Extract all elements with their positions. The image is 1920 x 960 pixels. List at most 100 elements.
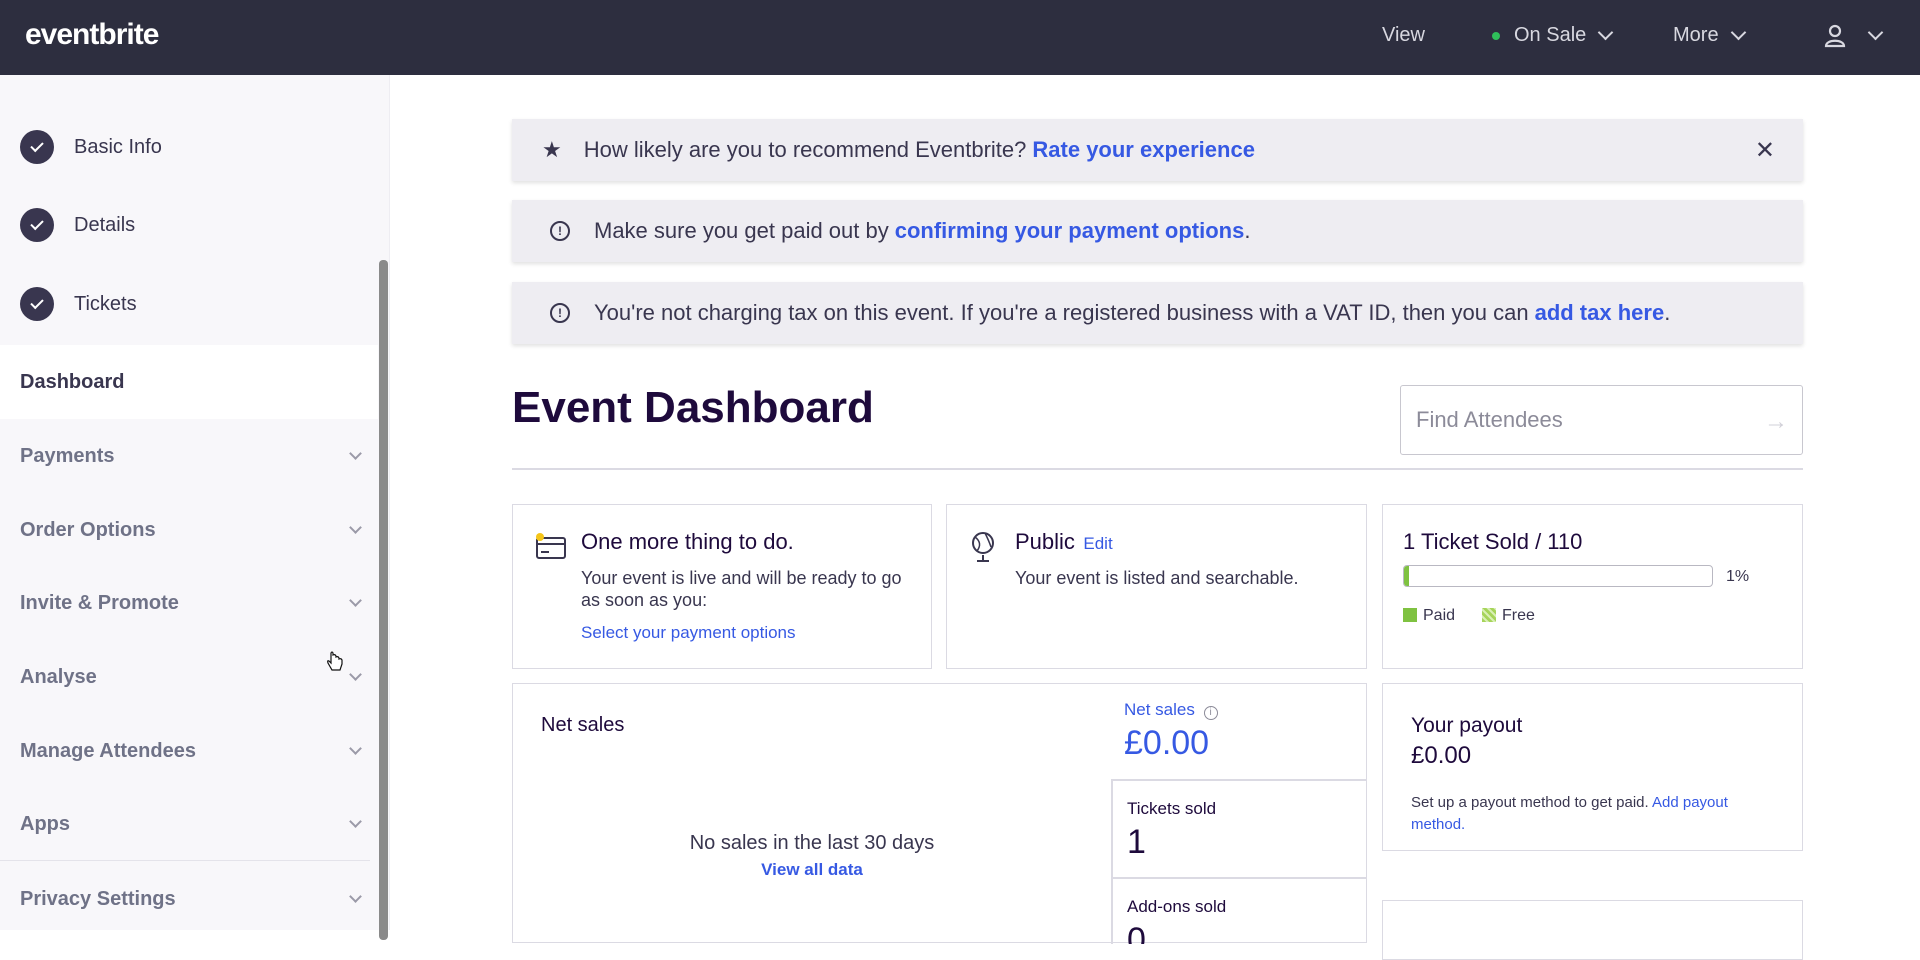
addons-sold-label: Add-ons sold: [1127, 897, 1227, 916]
payment-suffix: .: [1244, 218, 1251, 243]
no-sales-text: No sales in the last 30 days: [689, 832, 935, 854]
todo-title: One more thing to do.: [581, 529, 794, 554]
sidebar-item-analyse[interactable]: Analyse: [20, 666, 362, 689]
public-text: Your event is listed and searchable.: [1015, 568, 1299, 588]
payout-text-block: Set up a payout method to get paid. Add …: [1411, 792, 1781, 836]
step-tickets[interactable]: Tickets: [20, 287, 137, 321]
sidebar-item-invite-promote[interactable]: Invite & Promote: [20, 592, 362, 615]
tax-suffix: .: [1664, 300, 1671, 325]
step-label: Tickets: [74, 292, 137, 315]
sidebar-item-payments[interactable]: Payments: [20, 445, 362, 468]
sidebar-item-label: Order Options: [20, 519, 156, 541]
chevron-down-icon: [1867, 24, 1884, 40]
sidebar-scrollbar[interactable]: [379, 260, 388, 940]
top-bar: eventbrite View On Sale More: [0, 0, 1920, 75]
sidebar-item-apps[interactable]: Apps: [20, 813, 362, 836]
tax-banner: ! You're not charging tax on this event.…: [512, 282, 1803, 344]
sidebar-item-label: Analyse: [20, 666, 97, 688]
payout-text: Set up a payout method to get paid.: [1411, 794, 1649, 811]
rate-experience-link[interactable]: Rate your experience: [1032, 137, 1255, 163]
sidebar-item-manage-attendees[interactable]: Manage Attendees: [20, 740, 362, 763]
more-dropdown[interactable]: More: [1673, 24, 1746, 47]
addons-sold-value: 0: [1127, 921, 1146, 944]
sidebar-item-label: Manage Attendees: [20, 740, 196, 762]
sidebar-item-label: Apps: [20, 813, 70, 835]
payment-banner: ! Make sure you get paid out by confirmi…: [512, 200, 1803, 262]
rate-text: How likely are you to recommend Eventbri…: [583, 137, 1027, 162]
tickets-progress-bar: [1403, 565, 1713, 587]
chevron-down-icon: [349, 447, 362, 460]
chevron-down-icon: [349, 815, 362, 828]
chevron-down-icon: [1730, 24, 1746, 41]
sidebar-item-dashboard[interactable]: Dashboard: [0, 345, 378, 419]
payout-card: Your payout £0.00 Set up a payout method…: [1382, 683, 1803, 851]
payout-value: £0.00: [1411, 742, 1472, 769]
select-payment-options-link[interactable]: Select your payment options: [581, 623, 796, 643]
hand-cursor-icon: [327, 651, 343, 671]
main-content: ★ How likely are you to recommend Eventb…: [390, 75, 1920, 960]
chevron-down-icon: [349, 742, 362, 755]
legend-free-label: Free: [1502, 607, 1535, 624]
net-sales-label: Net sales: [1124, 700, 1195, 719]
step-details[interactable]: Details: [20, 208, 135, 242]
user-icon: [1824, 24, 1846, 48]
arrow-right-icon[interactable]: →: [1764, 408, 1788, 436]
sidebar: Basic Info Details Tickets Dashboard Pay…: [0, 75, 390, 940]
more-label: More: [1673, 24, 1719, 46]
check-icon: [20, 287, 54, 321]
todo-card: One more thing to do. Your event is live…: [512, 504, 932, 669]
tickets-sold-title: 1 Ticket Sold / 110: [1403, 529, 1583, 554]
check-icon: [20, 130, 54, 164]
info-icon: !: [550, 221, 570, 241]
rate-banner: ★ How likely are you to recommend Eventb…: [512, 119, 1803, 181]
chevron-down-icon: [349, 668, 362, 681]
tax-text: You're not charging tax on this event. I…: [594, 300, 1529, 325]
payout-title: Your payout: [1411, 714, 1523, 737]
title-divider: [512, 468, 1803, 470]
step-label: Basic Info: [74, 135, 162, 158]
chevron-down-icon: [349, 890, 362, 903]
step-basic-info[interactable]: Basic Info: [20, 130, 162, 164]
sidebar-item-label: Invite & Promote: [20, 592, 179, 614]
net-sales-title: Net sales: [541, 714, 625, 736]
tickets-progress-fill: [1404, 566, 1409, 586]
eventbrite-logo[interactable]: eventbrite: [25, 18, 159, 52]
edit-visibility-link[interactable]: Edit: [1083, 534, 1112, 553]
public-title: Public: [1015, 529, 1075, 554]
check-icon: [20, 208, 54, 242]
secondary-card: [1382, 900, 1803, 960]
legend-paid: Paid: [1403, 607, 1455, 625]
globe-icon: [972, 532, 994, 562]
payment-text: Make sure you get paid out by: [594, 218, 889, 243]
step-label: Details: [74, 213, 136, 236]
credit-card-icon: [536, 533, 566, 559]
sidebar-item-order-options[interactable]: Order Options: [20, 519, 362, 542]
add-tax-link[interactable]: add tax here: [1535, 300, 1665, 326]
sidebar-divider: [0, 860, 370, 861]
sidebar-item-label: Dashboard: [20, 371, 125, 393]
view-button[interactable]: View: [1382, 24, 1425, 47]
status-dot-icon: [1492, 31, 1500, 40]
status-label: On Sale: [1514, 24, 1587, 46]
tickets-sold-label: Tickets sold: [1127, 799, 1217, 818]
net-sales-stat: Net sales i: [1124, 700, 1218, 720]
public-heading: Public Edit: [1015, 529, 1113, 555]
net-sales-value: £0.00: [1124, 724, 1210, 762]
confirm-payment-link[interactable]: confirming your payment options: [895, 218, 1245, 244]
page-title: Event Dashboard: [512, 383, 874, 432]
legend-free: Free: [1482, 607, 1535, 625]
close-icon[interactable]: ✕: [1755, 136, 1775, 165]
find-attendees-input[interactable]: Find Attendees →: [1400, 385, 1803, 455]
status-dropdown[interactable]: On Sale: [1492, 24, 1614, 47]
info-icon[interactable]: i: [1203, 706, 1218, 720]
star-icon: ★: [542, 137, 562, 162]
view-all-data-link[interactable]: View all data: [513, 860, 1111, 880]
account-menu[interactable]: [1822, 22, 1884, 48]
tickets-sold-value: 1: [1127, 823, 1146, 861]
sidebar-item-label: Privacy Settings: [20, 888, 176, 910]
sidebar-item-privacy-settings[interactable]: Privacy Settings: [20, 888, 362, 911]
free-swatch: [1482, 608, 1496, 622]
paid-swatch: [1403, 608, 1417, 622]
todo-text: Your event is live and will be ready to …: [581, 568, 902, 610]
tickets-sold-stat: Tickets sold 1: [1111, 779, 1367, 877]
